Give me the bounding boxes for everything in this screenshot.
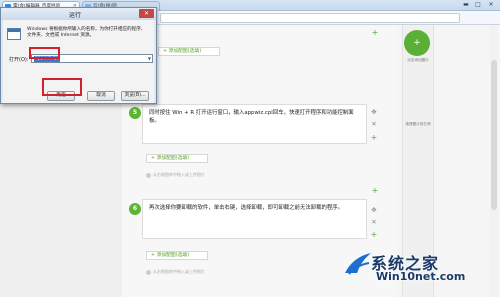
add-image-button[interactable]: + 添加配图(选填) <box>146 154 208 163</box>
add-image-icon[interactable]: + <box>404 30 430 56</box>
step-number: 5 <box>129 107 141 119</box>
dialog-title-bar[interactable]: 运行 ✕ <box>1 8 156 20</box>
drag-caption: 拖拽图片到左侧 <box>405 122 431 126</box>
dialog-description: Windows 将根据你所输入的名称，为你打开相应的程序、文件夹、文档或 Int… <box>27 27 146 38</box>
add-step-icon[interactable]: + <box>370 230 378 239</box>
minimize-icon[interactable]: ▬ <box>460 0 472 10</box>
close-window-icon[interactable]: ✕ <box>485 0 497 10</box>
image-hint: 从右侧图库中拖入或上传图片 <box>146 172 205 178</box>
step-text-box[interactable]: 同时按住 Win + R 打开运行窗口，输入appwiz.cpl回车，快速打开程… <box>142 104 367 144</box>
scrollbar-thumb[interactable] <box>491 60 497 210</box>
step-number: 6 <box>129 203 141 215</box>
image-hint-text: 从右侧图库中拖入或上传图片 <box>153 269 205 274</box>
site-logo-icon <box>345 253 371 275</box>
add-image-button[interactable]: + 添加配图(选填) <box>158 47 220 56</box>
chevron-down-icon[interactable]: ▼ <box>148 55 151 62</box>
image-hint: 从右侧图库中拖入或上传图片 <box>146 269 205 275</box>
close-dialog-icon[interactable]: ✕ <box>139 9 154 18</box>
delete-step-icon[interactable]: ✕ <box>370 120 378 128</box>
address-bar[interactable] <box>160 13 460 23</box>
input-highlight-box <box>29 47 60 59</box>
add-step-icon[interactable]: + <box>371 186 379 195</box>
ok-highlight-box <box>42 78 82 96</box>
watermark-url: Win10net.com <box>376 270 466 283</box>
add-step-icon[interactable]: + <box>370 133 378 142</box>
move-step-icon[interactable]: ✥ <box>370 206 378 214</box>
image-hint-icon <box>146 269 151 275</box>
image-hint-text: 从右侧图库中拖入或上传图片 <box>153 172 205 177</box>
add-image-button[interactable]: + 添加配图(选填) <box>146 251 208 260</box>
step-text: 同时按住 Win + R 打开运行窗口，输入appwiz.cpl回车，快速打开程… <box>149 110 354 124</box>
browse-button[interactable]: 浏览(B)... <box>121 91 149 101</box>
open-label: 打开(O): <box>9 57 29 63</box>
upload-caption: 点击添加图片 <box>407 58 429 62</box>
delete-step-icon[interactable]: ✕ <box>370 218 378 226</box>
dialog-title: 运行 <box>69 12 82 19</box>
run-program-icon <box>7 28 21 40</box>
add-step-icon[interactable]: + <box>371 28 379 37</box>
maximize-icon[interactable]: □ <box>472 0 484 10</box>
step-text: 再次选择你要卸载的软件，单击右键，选择卸载，即可卸载之前无法卸载的程序。 <box>149 205 344 211</box>
move-step-icon[interactable]: ✥ <box>370 108 378 116</box>
cancel-button[interactable]: 取消 <box>87 91 115 101</box>
step-text-box[interactable]: 再次选择你要卸载的软件，单击右键，选择卸载，即可卸载之前无法卸载的程序。 <box>142 199 367 239</box>
image-hint-icon <box>146 172 151 178</box>
